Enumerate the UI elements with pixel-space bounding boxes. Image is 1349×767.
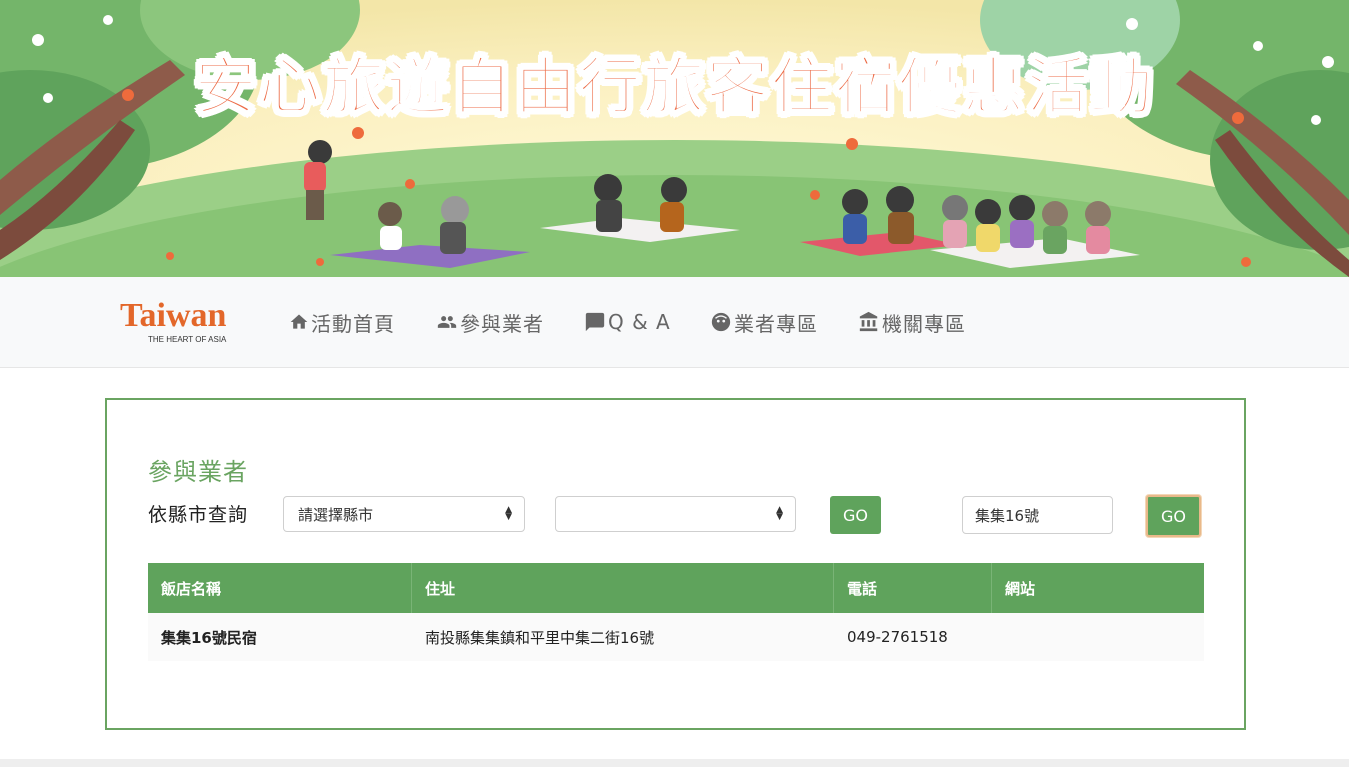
hotel-name-cell: 集集16號民宿 [161, 628, 257, 647]
column-header: 住址 [412, 563, 834, 613]
taiwan-logo[interactable]: Taiwan THE HEART OF ASIA [120, 297, 260, 347]
nav-item-vendor-area[interactable]: 業者專區 [710, 308, 818, 336]
keyword-search-input[interactable] [962, 496, 1113, 534]
nav-item-label: 機關專區 [882, 311, 966, 336]
column-header: 飯店名稱 [148, 563, 412, 613]
participants-card: 參與業者 依縣市查詢 請選擇縣市 ▲▼ ▲▼ GO GO 飯店名稱 住址 電話 … [105, 398, 1246, 730]
city-select[interactable]: 請選擇縣市 ▲ ▼ [283, 496, 525, 532]
column-header: 電話 [834, 563, 992, 613]
home-icon [290, 314, 308, 329]
chat-icon [585, 312, 605, 332]
nav-item-participants[interactable]: 參與業者 [436, 308, 544, 336]
go-button[interactable]: GO [830, 496, 881, 534]
top-navbar: Taiwan THE HEART OF ASIA 活動首頁 參與業者 Q & A… [0, 277, 1349, 368]
institution-icon [859, 311, 878, 332]
select-arrows-icon: ▲ ▼ [776, 505, 783, 522]
participants-table: 飯店名稱 住址 電話 網站 集集16號民宿 南投縣集集鎮和平里中集二街16號 0… [148, 563, 1204, 661]
address-cell: 南投縣集集鎮和平里中集二街16號 [425, 628, 655, 647]
users-icon [437, 316, 457, 328]
filter-label: 依縣市查詢 [148, 504, 249, 526]
district-select[interactable]: ▲ ▼ [555, 496, 796, 532]
keyword-go-button[interactable]: GO [1146, 495, 1201, 537]
banner-title: 安心旅遊自由行旅客住宿優惠活動 [193, 49, 1155, 124]
table-header: 飯店名稱 住址 電話 網站 [148, 563, 1204, 613]
nav-item-home[interactable]: 活動首頁 [289, 308, 395, 336]
nav-item-label: 業者專區 [734, 311, 818, 336]
footer-strip [0, 759, 1349, 767]
logo-wordmark: Taiwan [120, 297, 227, 334]
logo-tagline: THE HEART OF ASIA [148, 335, 227, 344]
city-select-value: 請選擇縣市 [298, 505, 374, 524]
nav-item-label: 活動首頁 [311, 311, 395, 336]
face-icon [711, 312, 731, 332]
website-cell[interactable] [992, 613, 1204, 661]
nav-item-agency-area[interactable]: 機關專區 [858, 308, 966, 336]
nav-item-label: 參與業者 [460, 311, 544, 336]
column-header: 網站 [1005, 579, 1036, 598]
select-arrows-icon: ▲ ▼ [505, 505, 512, 522]
section-title: 參與業者 [148, 458, 248, 486]
phone-cell: 049-2761518 [847, 628, 948, 646]
nav-item-qa[interactable]: Q & A [584, 308, 671, 336]
hero-banner: 安心旅遊自由行旅客住宿優惠活動 [0, 0, 1349, 277]
table-row: 集集16號民宿 南投縣集集鎮和平里中集二街16號 049-2761518 [148, 613, 1204, 661]
nav-item-label: Q & A [608, 310, 671, 334]
